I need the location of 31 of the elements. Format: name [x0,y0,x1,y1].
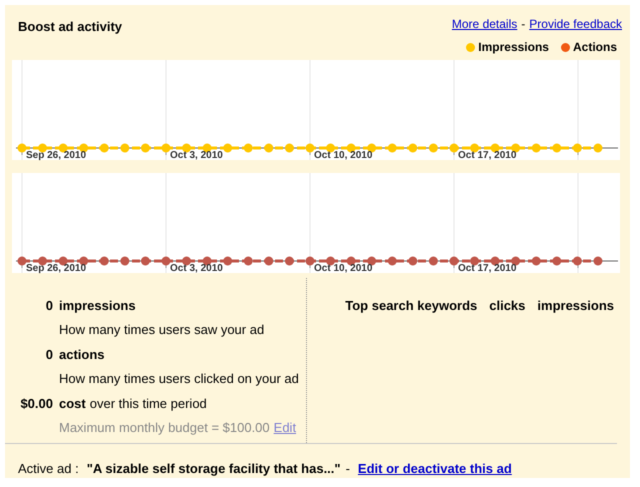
stat-description: How many times users clicked on your ad [59,370,299,388]
stat-label: actions [59,346,105,364]
axis-label: Sep 26, 2010 [26,150,86,160]
legend-label: Impressions [478,39,549,56]
axis-label: Oct 17, 2010 [458,264,516,274]
stat-value: $0.00 [19,394,53,412]
separator-text: - [346,460,350,478]
feedback-link[interactable]: Provide feedback [529,15,622,33]
column-header: clicks [489,296,526,314]
link-separator: - [521,16,526,33]
stat-value: 0 [44,346,53,364]
stat-label: cost [59,394,86,412]
active-ad-text: "A sizable self storage facility that has..." [86,460,341,478]
stat-label: impressions [59,296,136,315]
stat-value: 0 [44,296,53,314]
axis-label: Oct 17, 2010 [458,150,516,160]
stat-description: Maximum monthly budget = $100.00 [59,419,270,437]
edit-ad-link[interactable]: Edit or deactivate this ad [358,458,512,478]
axis-label: Oct 10, 2010 [314,150,372,160]
axis-label: Sep 26, 2010 [26,264,86,274]
panel-title: Boost ad activity [18,18,122,36]
active-ad-label: Active ad : [18,460,79,478]
axis-label: Oct 10, 2010 [314,264,372,274]
axis-label: Oct 3, 2010 [170,150,223,160]
axis-label: Oct 3, 2010 [170,264,223,274]
column-header: impressions [537,296,614,315]
more-details-link[interactable]: More details [452,15,518,33]
legend-label: Actions [572,39,617,56]
stat-description: How many times users saw your ad [59,321,264,339]
column-header: Top search keywords [345,296,478,315]
stat-suffix: over this time period [90,394,207,413]
